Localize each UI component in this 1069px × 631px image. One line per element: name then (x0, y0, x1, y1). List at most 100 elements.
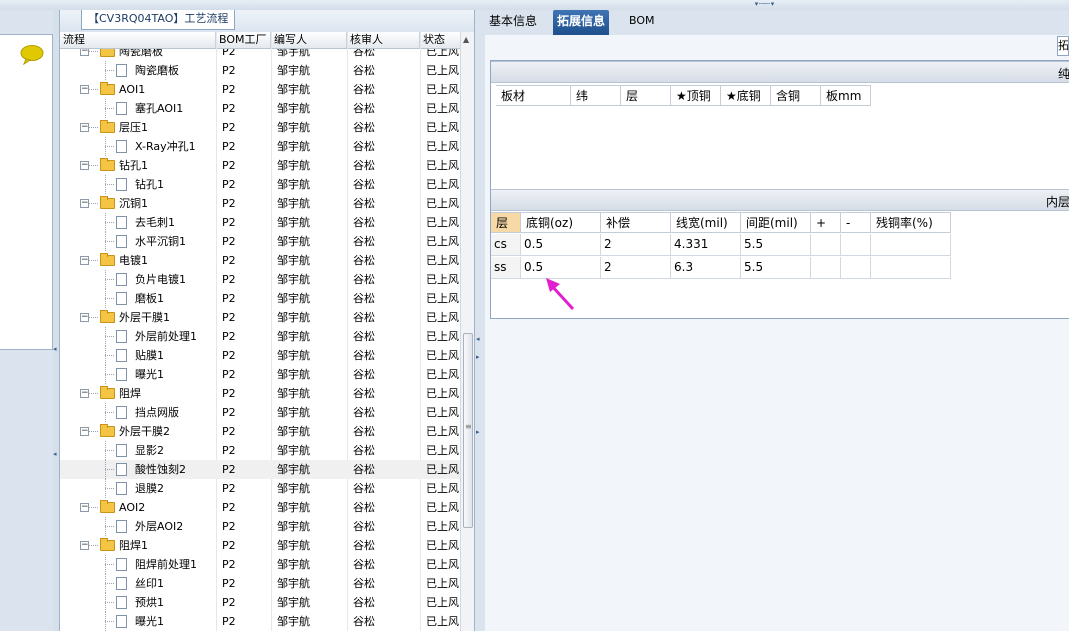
collapse-toggle-icon[interactable]: − (80, 503, 89, 512)
inner-column-header[interactable]: - (841, 212, 871, 233)
inner-column-header[interactable]: 层 (491, 212, 521, 233)
table-row[interactable]: 阻焊前处理1 P2 邹宇航 谷松 已上风 (60, 555, 460, 574)
pure-column-header[interactable]: ★底铜 (721, 85, 771, 106)
inner-column-header[interactable]: 间距(mil) (741, 212, 811, 233)
inner-column-header[interactable]: 底铜(oz) (521, 212, 601, 233)
inner-layer-cell[interactable] (841, 234, 871, 256)
document-icon (116, 178, 127, 191)
table-row[interactable]: 陶瓷磨板 P2 邹宇航 谷松 已上风 (60, 61, 460, 80)
column-header-status[interactable]: 状态 (420, 32, 460, 48)
checker-cell: 谷松 (353, 330, 375, 343)
right-splitter[interactable]: ◂ ▸ ▸ (475, 10, 485, 631)
splitter-grip-icon[interactable]: ▾ ········· ▾ (732, 1, 796, 8)
pure-column-header[interactable]: ★顶铜 (671, 85, 721, 106)
collapse-toggle-icon[interactable]: − (80, 427, 89, 436)
inner-column-header[interactable]: 残铜率(%) (871, 212, 951, 233)
tab-extended-info[interactable]: 拓展信息 (553, 10, 610, 35)
inner-layer-cell[interactable] (871, 234, 951, 256)
table-row[interactable]: X-Ray冲孔1 P2 邹宇航 谷松 已上风 (60, 137, 460, 156)
table-row[interactable]: 曝光1 P2 邹宇航 谷松 已上风 (60, 365, 460, 384)
scroll-up-icon[interactable]: ▲ (463, 35, 469, 44)
top-splitter-strip[interactable]: ▾ ········· ▾ (0, 0, 1069, 10)
collapse-left-icon[interactable]: ◂ (53, 345, 57, 353)
table-row[interactable]: 丝印1 P2 邹宇航 谷松 已上风 (60, 574, 460, 593)
collapse-toggle-icon[interactable]: − (80, 389, 89, 398)
table-row[interactable]: 钻孔1 P2 邹宇航 谷松 已上风 (60, 175, 460, 194)
splitter-arrow-icon[interactable]: ◂ (53, 450, 57, 458)
pure-column-header[interactable]: 层 (621, 85, 671, 106)
pure-column-header[interactable]: 纬 (571, 85, 621, 106)
splitter-arrow-icon[interactable]: ▸ (476, 353, 480, 361)
table-row[interactable]: − 外层干膜2 P2 邹宇航 谷松 已上风 (60, 422, 460, 441)
pure-column-header[interactable]: 板材 (496, 85, 571, 106)
edge-action-button[interactable]: 拓 (1057, 36, 1069, 56)
table-row[interactable]: 预烘1 P2 邹宇航 谷松 已上风 (60, 593, 460, 612)
inner-layer-cell[interactable]: 2 (601, 234, 671, 256)
inner-layer-cell[interactable]: 0.5 (521, 234, 601, 256)
process-grid-scrollbar[interactable]: ▲ ≡ (460, 32, 474, 631)
table-row[interactable]: − 阻焊 P2 邹宇航 谷松 已上风 (60, 384, 460, 403)
bom-factory-cell: P2 (222, 406, 236, 419)
table-row[interactable]: 塞孔AOI1 P2 邹宇航 谷松 已上风 (60, 99, 460, 118)
pure-column-header[interactable]: 板mm (821, 85, 871, 106)
collapse-toggle-icon[interactable]: − (80, 49, 89, 56)
table-row[interactable]: − 外层干膜1 P2 邹宇航 谷松 已上风 (60, 308, 460, 327)
table-row[interactable]: − 沉铜1 P2 邹宇航 谷松 已上风 (60, 194, 460, 213)
inner-layer-cell[interactable] (811, 234, 841, 256)
table-row[interactable]: − AOI2 P2 邹宇航 谷松 已上风 (60, 498, 460, 517)
splitter-arrow-icon[interactable]: ▸ (476, 428, 480, 436)
pure-column-header[interactable]: 含铜 (771, 85, 821, 106)
inner-layer-cell[interactable] (871, 257, 951, 279)
table-row[interactable]: 去毛刺1 P2 邹宇航 谷松 已上风 (60, 213, 460, 232)
column-header-writer[interactable]: 编写人 (271, 32, 347, 48)
table-row[interactable]: − 电镀1 P2 邹宇航 谷松 已上风 (60, 251, 460, 270)
table-row[interactable]: 曝光1 P2 邹宇航 谷松 已上风 (60, 612, 460, 631)
status-cell: 已上风 (426, 368, 459, 381)
inner-layer-cell[interactable]: 2 (601, 257, 671, 279)
inner-layer-cell[interactable] (811, 257, 841, 279)
inner-layer-cell[interactable]: 6.3 (671, 257, 741, 279)
inner-column-header[interactable]: 线宽(mil) (671, 212, 741, 233)
table-row[interactable]: 负片电镀1 P2 邹宇航 谷松 已上风 (60, 270, 460, 289)
inner-layer-cell[interactable]: 5.5 (741, 257, 811, 279)
tab-bom[interactable]: BOM (625, 10, 659, 35)
inner-layer-cell[interactable]: ss (491, 257, 521, 279)
table-row[interactable]: 外层前处理1 P2 邹宇航 谷松 已上风 (60, 327, 460, 346)
column-header-bom-factory[interactable]: BOM工厂 (216, 32, 271, 48)
table-row[interactable]: 挡点网版 P2 邹宇航 谷松 已上风 (60, 403, 460, 422)
table-row[interactable]: − 层压1 P2 邹宇航 谷松 已上风 (60, 118, 460, 137)
tab-basic-info[interactable]: 基本信息 (485, 10, 541, 35)
collapse-toggle-icon[interactable]: − (80, 541, 89, 550)
table-row[interactable]: − 阻焊1 P2 邹宇航 谷松 已上风 (60, 536, 460, 555)
bom-factory-cell: P2 (222, 83, 236, 96)
table-row[interactable]: 外层AOI2 P2 邹宇航 谷松 已上风 (60, 517, 460, 536)
inner-column-header[interactable]: + (811, 212, 841, 233)
table-row[interactable]: − 钻孔1 P2 邹宇航 谷松 已上风 (60, 156, 460, 175)
collapse-toggle-icon[interactable]: − (80, 85, 89, 94)
table-row[interactable]: 水平沉铜1 P2 邹宇航 谷松 已上风 (60, 232, 460, 251)
table-row[interactable]: 贴膜1 P2 邹宇航 谷松 已上风 (60, 346, 460, 365)
collapse-toggle-icon[interactable]: − (80, 199, 89, 208)
inner-layer-cell[interactable]: 5.5 (741, 234, 811, 256)
inner-layer-cell[interactable]: 4.331 (671, 234, 741, 256)
table-row[interactable]: − AOI1 P2 邹宇航 谷松 已上风 (60, 80, 460, 99)
table-row[interactable]: − 陶瓷磨板 P2 邹宇航 谷松 已上风 (60, 49, 460, 61)
bom-factory-cell: P2 (222, 64, 236, 77)
table-row[interactable]: 显影2 P2 邹宇航 谷松 已上风 (60, 441, 460, 460)
column-header-process[interactable]: 流程 (60, 32, 216, 48)
column-header-checker[interactable]: 核审人 (347, 32, 420, 48)
collapse-toggle-icon[interactable]: − (80, 123, 89, 132)
collapse-right-icon[interactable]: ◂ (476, 335, 480, 343)
collapse-toggle-icon[interactable]: − (80, 313, 89, 322)
collapse-toggle-icon[interactable]: − (80, 256, 89, 265)
table-row[interactable]: 酸性蚀刻2 P2 邹宇航 谷松 已上风 (60, 460, 460, 479)
table-row[interactable]: 退膜2 P2 邹宇航 谷松 已上风 (60, 479, 460, 498)
document-icon (116, 330, 127, 343)
speech-bubble-icon[interactable] (20, 45, 44, 65)
inner-layer-cell[interactable] (841, 257, 871, 279)
scrollbar-thumb[interactable]: ≡ (463, 333, 473, 528)
inner-layer-cell[interactable]: cs (491, 234, 521, 256)
collapse-toggle-icon[interactable]: − (80, 161, 89, 170)
inner-column-header[interactable]: 补偿 (601, 212, 671, 233)
table-row[interactable]: 磨板1 P2 邹宇航 谷松 已上风 (60, 289, 460, 308)
